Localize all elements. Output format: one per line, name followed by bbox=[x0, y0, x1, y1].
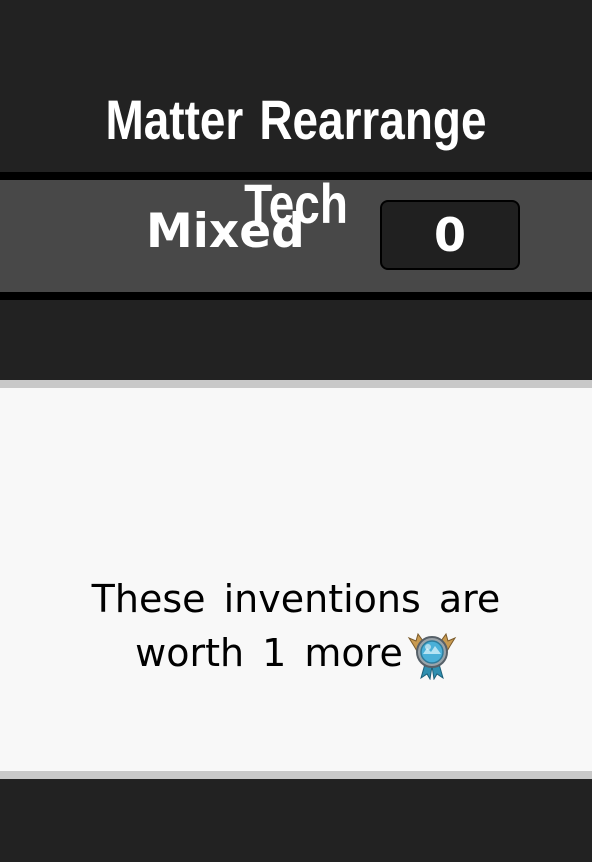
page-title: Matter Rearrange Tech bbox=[105, 88, 487, 235]
info-line-2: worth 1 more bbox=[135, 631, 403, 675]
medal-icon bbox=[407, 630, 457, 681]
inventions-screen: Mixed 0 Matter Rearrange Tech These inve… bbox=[0, 0, 592, 862]
info-line-1: These inventions are bbox=[91, 577, 501, 621]
info-message: These inventions are worth 1 more bbox=[0, 572, 592, 681]
info-line-2-container: worth 1 more bbox=[0, 626, 592, 681]
